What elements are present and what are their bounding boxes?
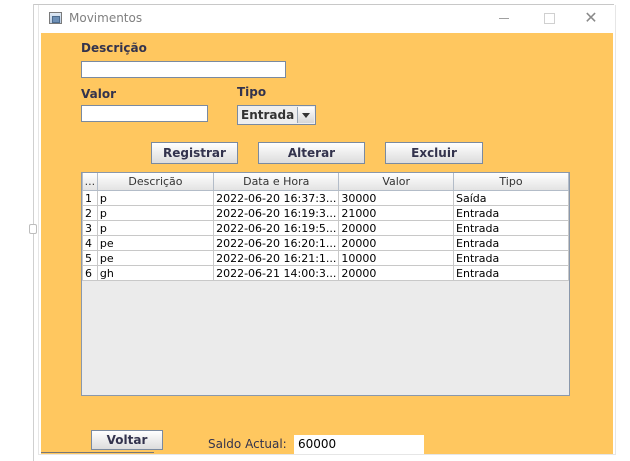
cell-data-hora: 2022-06-20 16:19:5... [213,220,340,236]
valor-input[interactable] [81,105,208,122]
descricao-label: Descrição [81,41,147,55]
cell-descricao: p [96,220,215,236]
cell-data-hora: 2022-06-21 14:00:3... [213,265,340,281]
cell-index: 1 [82,190,98,206]
window-title: Movimentos [69,11,143,25]
descricao-input[interactable] [81,61,286,78]
cell-valor: 10000 [338,250,455,266]
minimize-icon[interactable] [494,9,514,27]
cell-tipo: Entrada [453,265,569,281]
tipo-select[interactable]: Entrada [237,105,316,125]
table-row[interactable]: 5 pe 2022-06-20 16:21:1... 10000 Entrada [82,250,569,266]
cell-valor: 20000 [338,235,455,251]
main-panel: Descrição Valor Tipo Entrada Registrar A… [41,33,613,454]
table-row[interactable]: 2 p 2022-06-20 16:19:3... 21000 Entrada [82,205,569,221]
close-icon[interactable]: ✕ [581,9,601,27]
cell-descricao: pe [96,250,215,266]
cell-data-hora: 2022-06-20 16:21:1... [213,250,340,266]
table-header-row: ... Descrição Data e Hora Valor Tipo [82,173,569,191]
cell-descricao: p [96,190,215,206]
cell-tipo: Saída [453,190,569,206]
tipo-label: Tipo [237,85,267,99]
cell-valor: 21000 [338,205,455,221]
table-row[interactable]: 3 p 2022-06-20 16:19:5... 20000 Entrada [82,220,569,236]
valor-label: Valor [81,87,117,101]
movimentos-table[interactable]: ... Descrição Data e Hora Valor Tipo 1p2… [81,172,570,396]
cell-tipo: Entrada [453,220,569,236]
cell-index: 6 [82,265,98,281]
cell-index: 2 [82,205,98,221]
cell-tipo: Entrada [453,205,569,221]
tipo-selected-value: Entrada [241,108,295,122]
cell-index: 3 [82,220,98,236]
cell-descricao: pe [96,235,215,251]
column-header-index[interactable]: ... [82,173,98,191]
table-row[interactable]: 4 pe 2022-06-20 16:20:1... 20000 Entrada [82,235,569,251]
cell-index: 4 [82,235,98,251]
registrar-button[interactable]: Registrar [151,142,238,164]
maximize-icon[interactable] [539,9,559,27]
excluir-button[interactable]: Excluir [385,142,483,164]
saldo-value: 60000 [294,435,424,454]
table-row[interactable]: 1 p 2022-06-20 16:37:3... 30000 Saída [82,190,569,206]
cell-valor: 30000 [338,190,455,206]
cell-tipo: Entrada [453,250,569,266]
cell-tipo: Entrada [453,235,569,251]
column-header-valor[interactable]: Valor [338,173,455,191]
saldo-label: Saldo Actual: [208,437,287,451]
cell-valor: 20000 [338,220,455,236]
column-header-tipo[interactable]: Tipo [453,173,569,191]
alterar-button[interactable]: Alterar [258,142,365,164]
movimentos-window: Movimentos ✕ Descrição Valor Tipo Entrad… [38,5,616,455]
cell-descricao: p [96,205,215,221]
table-row[interactable]: 6 gh 2022-06-21 14:00:3... 20000 Entrada [82,265,569,281]
cell-index: 5 [82,250,98,266]
resize-handle [29,224,37,234]
cell-data-hora: 2022-06-20 16:19:3... [213,205,340,221]
window-shadow [41,452,154,453]
column-header-data-hora[interactable]: Data e Hora [213,173,340,191]
chevron-down-icon[interactable] [297,107,314,123]
voltar-button[interactable]: Voltar [91,430,163,450]
java-app-icon [49,12,62,24]
cell-descricao: gh [96,265,215,281]
title-bar: Movimentos ✕ [39,5,615,32]
cell-data-hora: 2022-06-20 16:37:3... [213,190,340,206]
column-header-descricao[interactable]: Descrição [96,173,215,191]
cell-data-hora: 2022-06-20 16:20:1... [213,235,340,251]
cell-valor: 20000 [338,265,455,281]
